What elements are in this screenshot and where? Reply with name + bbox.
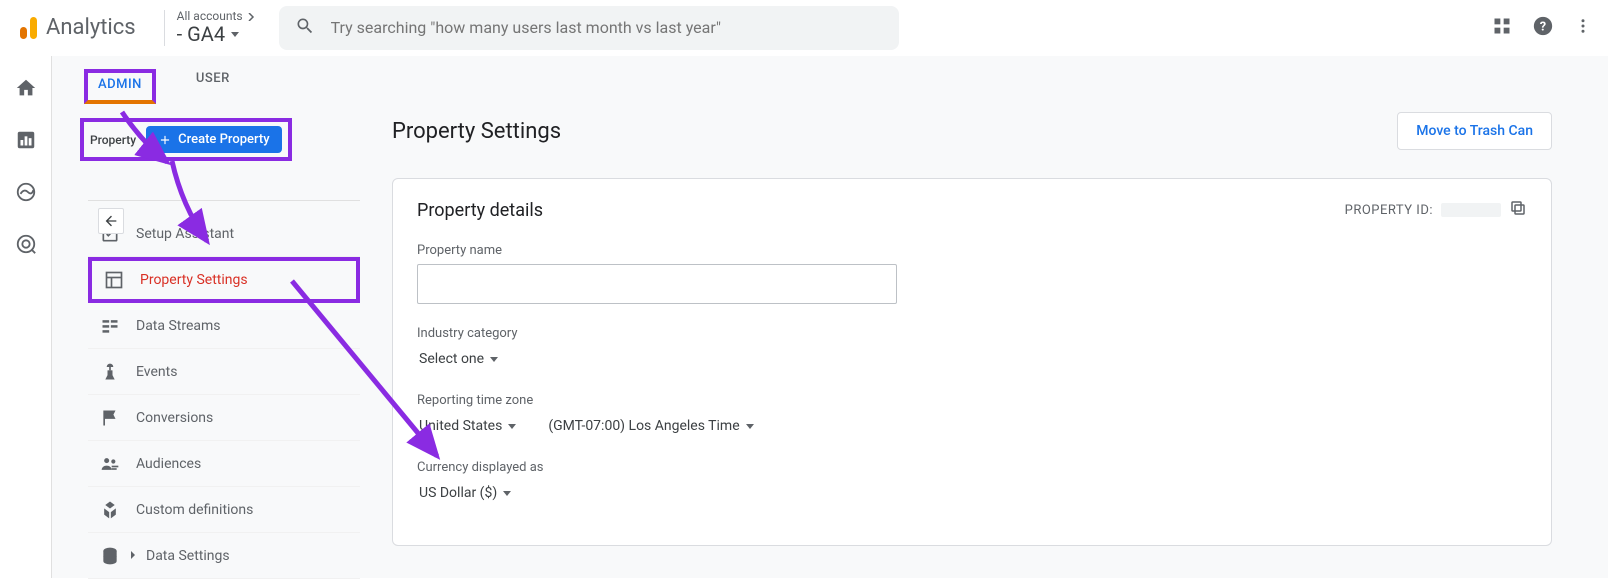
timezone-label: Reporting time zone <box>417 393 1527 408</box>
left-nav-rail <box>0 56 52 578</box>
streams-icon <box>100 316 120 336</box>
help-icon[interactable]: ? <box>1532 15 1554 41</box>
collapse-sidebar-button[interactable] <box>98 208 124 234</box>
database-icon <box>100 546 120 566</box>
nav-label: Property Settings <box>140 272 248 288</box>
nav-label: Data Streams <box>136 318 221 334</box>
tap-icon <box>100 362 120 382</box>
property-id-value <box>1441 203 1501 217</box>
more-vert-icon[interactable] <box>1574 17 1592 39</box>
currency-value: US Dollar ($) <box>419 485 497 501</box>
divider <box>164 10 165 46</box>
caret-down-icon <box>746 424 754 429</box>
analytics-logo-icon <box>16 15 40 41</box>
nav-property-settings[interactable]: Property Settings <box>88 257 360 303</box>
apps-icon[interactable] <box>1492 16 1512 40</box>
timezone-country-value: United States <box>419 418 502 434</box>
nav-label: Data Settings <box>146 548 230 564</box>
property-header: Property Create Property <box>80 118 292 161</box>
property-nav-list: Setup Assistant Property Settings Data S… <box>88 211 360 579</box>
property-name-label: Property name <box>417 243 1527 258</box>
nav-events[interactable]: Events <box>88 349 360 395</box>
admin-tabs: ADMIN USER <box>52 56 1608 102</box>
timezone-country-dropdown[interactable]: United States <box>417 414 518 438</box>
top-header: Analytics All accounts - GA4 ? <box>0 0 1608 56</box>
analytics-logo: Analytics <box>16 15 136 41</box>
nav-label: Custom definitions <box>136 502 253 518</box>
caret-down-icon <box>508 424 516 429</box>
copy-icon[interactable] <box>1509 199 1527 221</box>
home-icon[interactable] <box>14 76 38 100</box>
custom-def-icon <box>100 500 120 520</box>
tab-admin[interactable]: ADMIN <box>84 69 156 104</box>
create-property-label: Create Property <box>178 132 269 147</box>
industry-dropdown[interactable]: Select one <box>417 347 500 371</box>
arrow-left-icon <box>103 213 119 229</box>
industry-value: Select one <box>419 351 484 367</box>
property-id-label: PROPERTY ID: <box>1345 203 1433 218</box>
nav-label: Audiences <box>136 456 201 472</box>
plus-icon <box>158 133 172 147</box>
timezone-value: (GMT-07:00) Los Angeles Time <box>548 418 739 434</box>
caret-down-icon <box>503 491 511 496</box>
chevron-right-icon <box>247 13 255 21</box>
nav-data-settings[interactable]: Data Settings <box>88 533 360 579</box>
account-property-selector[interactable]: All accounts - GA4 <box>177 10 255 45</box>
account-selector-bottomline: - GA4 <box>177 23 225 45</box>
search-bar[interactable] <box>279 6 899 50</box>
audiences-icon <box>100 454 120 474</box>
property-admin-column: Property Create Property Setup Assistant… <box>80 102 360 579</box>
nav-custom-definitions[interactable]: Custom definitions <box>88 487 360 533</box>
caret-down-icon <box>231 32 239 37</box>
page-title: Property Settings <box>392 119 561 144</box>
explore-icon[interactable] <box>14 180 38 204</box>
nav-data-streams[interactable]: Data Streams <box>88 303 360 349</box>
nav-label: Conversions <box>136 410 213 426</box>
search-input[interactable] <box>331 18 883 37</box>
main-area: ADMIN USER Property Create Property Setu… <box>52 56 1608 578</box>
property-id: PROPERTY ID: <box>1345 199 1527 221</box>
search-icon <box>295 16 315 40</box>
timezone-value-dropdown[interactable]: (GMT-07:00) Los Angeles Time <box>546 414 755 438</box>
nav-label: Events <box>136 364 177 380</box>
tab-user[interactable]: USER <box>196 71 230 101</box>
nav-setup-assistant[interactable]: Setup Assistant <box>88 211 360 257</box>
property-name-input[interactable] <box>417 264 897 304</box>
nav-label: Setup Assistant <box>136 226 234 242</box>
reports-icon[interactable] <box>14 128 38 152</box>
property-details-card: Property details PROPERTY ID: Property n… <box>392 178 1552 546</box>
currency-dropdown[interactable]: US Dollar ($) <box>417 481 513 505</box>
advertising-icon[interactable] <box>14 232 38 256</box>
nav-audiences[interactable]: Audiences <box>88 441 360 487</box>
settings-content: Property Settings Move to Trash Can Prop… <box>360 102 1608 579</box>
brand-name: Analytics <box>46 15 136 40</box>
currency-label: Currency displayed as <box>417 460 1527 475</box>
caret-right-icon <box>128 548 138 564</box>
nav-conversions[interactable]: Conversions <box>88 395 360 441</box>
flag-icon <box>100 408 120 428</box>
create-property-button[interactable]: Create Property <box>146 126 281 153</box>
caret-down-icon <box>490 357 498 362</box>
industry-label: Industry category <box>417 326 1527 341</box>
property-column-label: Property <box>90 133 136 147</box>
layout-icon <box>104 270 124 290</box>
move-to-trash-button[interactable]: Move to Trash Can <box>1397 112 1552 150</box>
property-name-row <box>88 165 360 201</box>
svg-text:?: ? <box>1540 19 1546 34</box>
card-title: Property details <box>417 200 543 221</box>
